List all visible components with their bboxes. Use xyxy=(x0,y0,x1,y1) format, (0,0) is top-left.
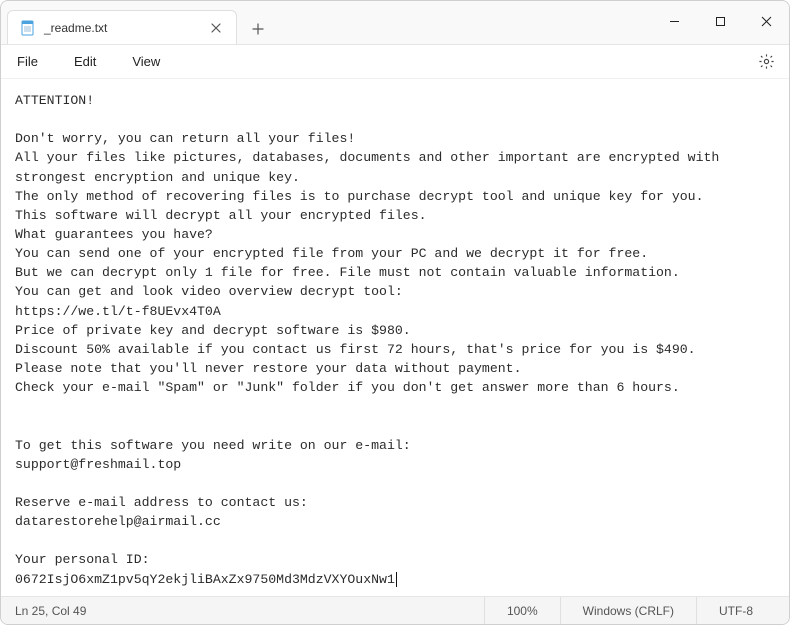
status-cursor-pos: Ln 25, Col 49 xyxy=(15,604,86,618)
window-close-button[interactable] xyxy=(743,1,789,41)
status-zoom[interactable]: 100% xyxy=(484,597,560,624)
notepad-window: _readme.txt File Edit View xyxy=(0,0,790,625)
statusbar: Ln 25, Col 49 100% Windows (CRLF) UTF-8 xyxy=(1,596,789,624)
new-tab-button[interactable] xyxy=(243,14,273,44)
tab-readme[interactable]: _readme.txt xyxy=(7,10,237,44)
text-editor[interactable]: ATTENTION! Don't worry, you can return a… xyxy=(1,79,789,596)
maximize-button[interactable] xyxy=(697,1,743,41)
status-encoding[interactable]: UTF-8 xyxy=(696,597,775,624)
tab-title: _readme.txt xyxy=(44,21,200,35)
menubar: File Edit View xyxy=(1,45,789,79)
minimize-button[interactable] xyxy=(651,1,697,41)
menu-view[interactable]: View xyxy=(126,50,176,73)
notepad-icon xyxy=(20,20,36,36)
text-caret xyxy=(396,572,397,587)
window-controls xyxy=(651,1,789,44)
titlebar: _readme.txt xyxy=(1,1,789,45)
document-body: ATTENTION! Don't worry, you can return a… xyxy=(15,93,727,587)
status-eol[interactable]: Windows (CRLF) xyxy=(560,597,696,624)
menu-edit[interactable]: Edit xyxy=(68,50,112,73)
settings-button[interactable] xyxy=(753,49,779,75)
menu-file[interactable]: File xyxy=(11,50,54,73)
tab-close-button[interactable] xyxy=(208,20,224,36)
tab-strip: _readme.txt xyxy=(1,1,273,44)
